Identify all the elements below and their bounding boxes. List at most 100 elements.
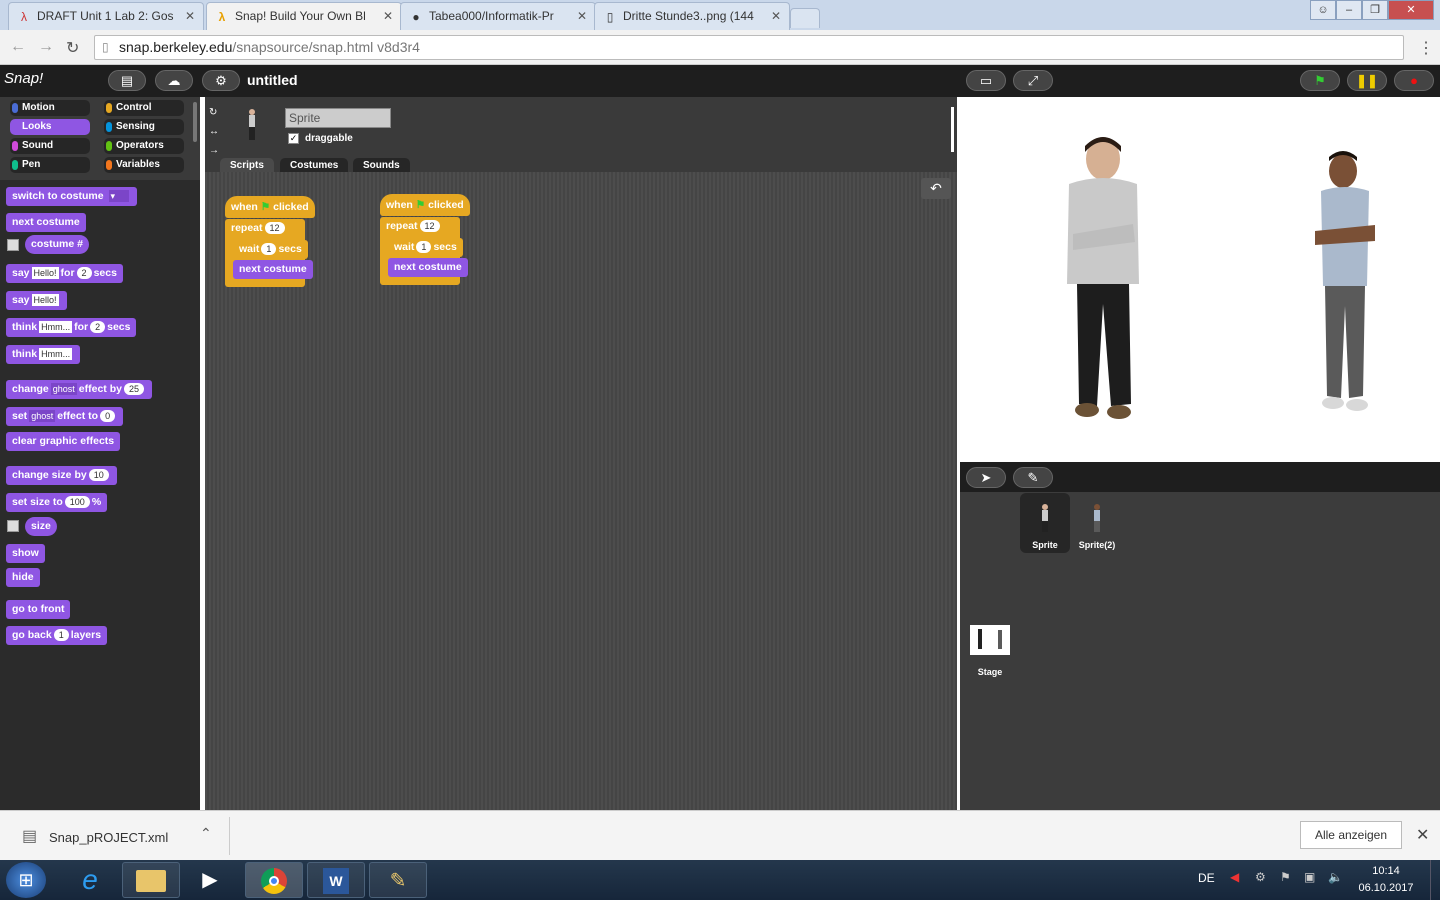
new-tab-button[interactable] xyxy=(790,8,820,28)
number-slot[interactable]: 1 xyxy=(261,243,277,256)
text-slot[interactable]: Hello! xyxy=(31,267,59,280)
sprite-boy-costume[interactable] xyxy=(1305,151,1385,421)
tab-snap[interactable]: λ Snap! Build Your Own Bl ✕ xyxy=(206,2,402,30)
number-slot[interactable]: 1 xyxy=(416,241,432,254)
when-flag-clicked-hat[interactable]: when ⚑ clicked xyxy=(225,196,315,218)
clear-graphic-effects-block[interactable]: clear graphic effects xyxy=(6,432,121,451)
chrome-icon[interactable] xyxy=(245,862,303,898)
user-icon[interactable]: ☺ xyxy=(1310,0,1336,20)
explorer-icon[interactable] xyxy=(122,862,180,898)
text-slot[interactable]: Hmm... xyxy=(39,348,73,361)
category-sensing[interactable]: Sensing xyxy=(104,119,184,135)
number-slot[interactable]: 10 xyxy=(88,469,109,482)
close-icon[interactable]: ✕ xyxy=(771,9,781,23)
say-for-secs-block[interactable]: say Hello! for 2 secs xyxy=(6,264,123,283)
tab-github[interactable]: ● Tabea000/Informatik-Pr ✕ xyxy=(400,2,596,30)
url-field[interactable]: ▯ snap.berkeley.edu/snapsource/snap.html… xyxy=(94,35,1404,60)
flag-icon[interactable]: ◀ xyxy=(1230,870,1239,884)
ie-icon[interactable]: e xyxy=(70,864,110,896)
stop-icon[interactable]: ● xyxy=(1394,70,1434,91)
next-costume-block[interactable]: next costume xyxy=(388,258,468,277)
close-icon[interactable]: ✕ xyxy=(185,9,195,23)
tab-image[interactable]: ▯ Dritte Stunde3..png (144 ✕ xyxy=(594,2,790,30)
draggable-checkbox[interactable]: ✓ xyxy=(288,133,299,144)
wait-block[interactable]: wait 1 secs xyxy=(233,240,308,259)
scripts-area[interactable]: ↶ when ⚑ clicked repeat 12 wait 1 secs next… xyxy=(205,172,957,810)
reporter-checkbox[interactable] xyxy=(7,520,19,532)
sprite-girl-costume[interactable] xyxy=(1055,134,1155,424)
change-effect-block[interactable]: change ghost effect by 25 xyxy=(6,380,152,399)
paint-icon[interactable]: ✎ xyxy=(369,862,427,898)
number-slot[interactable]: 0 xyxy=(100,410,116,423)
fullscreen-icon[interactable]: ⤢ xyxy=(1013,70,1053,91)
volume-icon[interactable]: 🔈 xyxy=(1328,870,1343,884)
go-back-layers-block[interactable]: go back 1 layers xyxy=(6,626,108,645)
network-status-icon[interactable]: ⚙ xyxy=(1255,870,1266,884)
back-icon[interactable]: ← xyxy=(10,38,26,56)
category-pen[interactable]: Pen xyxy=(10,157,90,173)
category-looks[interactable]: Looks xyxy=(10,119,90,135)
clock-date[interactable]: 06.10.2017 xyxy=(1356,882,1416,894)
cloud-icon[interactable]: ☁ xyxy=(155,70,193,91)
settings-gear-icon[interactable]: ⚙ xyxy=(202,70,240,91)
effect-dropdown[interactable]: ghost xyxy=(50,383,77,396)
corral-sprite[interactable]: Sprite(2) xyxy=(1072,493,1122,553)
category-control[interactable]: Control xyxy=(104,100,184,116)
set-effect-block[interactable]: set ghost effect to 0 xyxy=(6,407,124,426)
wait-block[interactable]: wait 1 secs xyxy=(388,238,463,257)
number-slot[interactable]: 2 xyxy=(76,267,92,280)
size-reporter[interactable]: size xyxy=(25,517,57,536)
show-block[interactable]: show xyxy=(6,544,45,563)
category-motion[interactable]: Motion xyxy=(10,100,90,116)
next-costume-block[interactable]: next costume xyxy=(233,260,313,279)
number-slot[interactable]: 1 xyxy=(53,629,69,642)
text-slot[interactable]: Hello! xyxy=(31,294,59,307)
think-for-secs-block[interactable]: think Hmm... for 2 secs xyxy=(6,318,137,337)
add-turtle-sprite-icon[interactable]: ➤ xyxy=(966,467,1006,488)
think-block[interactable]: think Hmm... xyxy=(6,345,81,364)
stage[interactable] xyxy=(960,99,1440,459)
number-slot[interactable]: 100 xyxy=(64,496,90,509)
corral-sprite-selected[interactable]: Sprite xyxy=(1020,493,1070,553)
palette-scrollbar[interactable] xyxy=(193,102,197,142)
close-icon[interactable]: ✕ xyxy=(1416,825,1429,845)
change-size-block[interactable]: change size by 10 xyxy=(6,466,117,485)
action-center-icon[interactable]: ⚑ xyxy=(1280,870,1291,884)
green-flag-icon[interactable]: ⚑ xyxy=(1300,70,1340,91)
sprite-name-input[interactable] xyxy=(285,108,391,128)
switch-to-costume-block[interactable]: switch to costume ▾ xyxy=(6,187,137,206)
menu-icon[interactable]: ⋮ xyxy=(1418,38,1434,58)
number-slot[interactable]: 2 xyxy=(90,321,106,334)
stage-thumbnail[interactable] xyxy=(970,625,1010,655)
say-block[interactable]: say Hello! xyxy=(6,291,67,310)
file-icon[interactable]: ▤ xyxy=(108,70,146,91)
tab-bjc[interactable]: λ DRAFT Unit 1 Lab 2: Gos ✕ xyxy=(8,2,204,30)
sprite-bar-scrollbar[interactable] xyxy=(951,107,954,152)
pause-icon[interactable]: ❚❚ xyxy=(1347,70,1387,91)
language-indicator[interactable]: DE xyxy=(1198,871,1215,885)
clock-time[interactable]: 10:14 xyxy=(1356,865,1416,877)
minimize-icon[interactable]: – xyxy=(1336,0,1362,20)
set-size-block[interactable]: set size to 100% xyxy=(6,493,108,512)
download-filename[interactable]: Snap_pROJECT.xml xyxy=(49,830,168,845)
costume-number-reporter[interactable]: costume # xyxy=(25,235,89,254)
reporter-checkbox[interactable] xyxy=(7,239,19,251)
category-operators[interactable]: Operators xyxy=(104,138,184,154)
text-slot[interactable]: Hmm... xyxy=(39,321,73,334)
network-icon[interactable]: ▣ xyxy=(1304,870,1315,884)
next-costume-block[interactable]: next costume xyxy=(6,213,86,232)
show-desktop-button[interactable] xyxy=(1430,860,1440,900)
number-slot[interactable]: 12 xyxy=(264,222,285,235)
hide-block[interactable]: hide xyxy=(6,568,40,587)
snap-logo[interactable]: Snap! xyxy=(4,70,52,92)
close-icon[interactable]: ✕ xyxy=(383,9,393,23)
show-all-button[interactable]: Alle anzeigen xyxy=(1300,821,1402,849)
reload-icon[interactable]: ↻ xyxy=(66,38,79,58)
number-slot[interactable]: 12 xyxy=(419,220,440,233)
close-icon[interactable]: ✕ xyxy=(577,9,587,23)
start-button-icon[interactable]: ⊞ xyxy=(6,862,46,898)
stage-size-icon[interactable]: ▭ xyxy=(966,70,1006,91)
paint-brush-icon[interactable]: ✎ xyxy=(1013,467,1053,488)
forward-icon[interactable]: → xyxy=(38,38,54,56)
when-flag-clicked-hat[interactable]: when ⚑ clicked xyxy=(380,194,470,216)
